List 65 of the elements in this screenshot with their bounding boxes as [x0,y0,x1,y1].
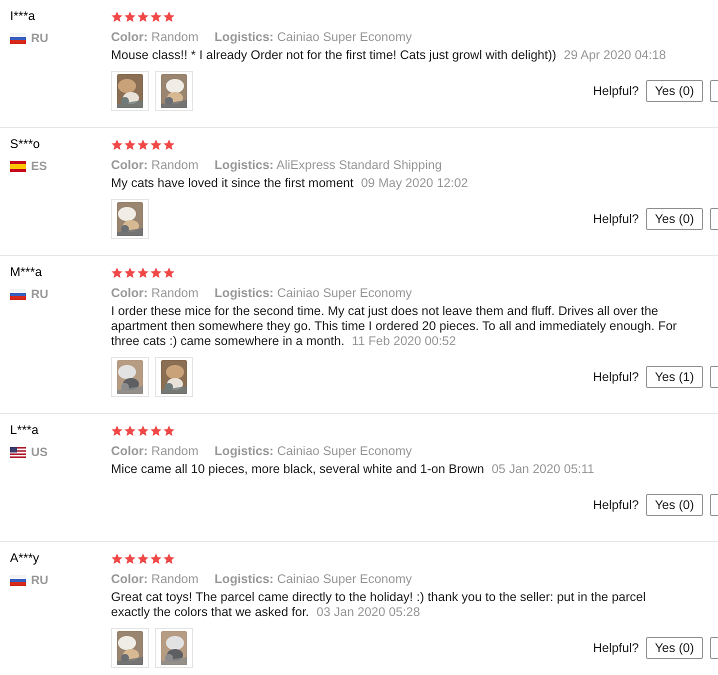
star-icon [111,553,123,565]
star-icon [163,425,175,437]
review-text: Mice came all 10 pieces, more black, several white and 1-on Brown 05 Jan 2020 05:11 [111,462,596,477]
flag-icon [10,160,26,172]
logistics-info: Logistics: Cainiao Super Economy [214,285,412,302]
user-name: L***a [10,422,40,438]
helpful-label: Helpful? [592,82,639,100]
star-icon [111,11,123,23]
user-name: M***a [10,264,43,280]
country-code: US [31,444,48,461]
review-text: My cats have loved it since the first moment 09 May 2020 12:02 [111,176,469,191]
star-icon [163,11,175,23]
logistics-info: Logistics: Cainiao Super Economy [214,571,412,588]
star-icon [137,11,149,23]
country-code: RU [31,286,48,303]
flag-icon [10,288,26,300]
yes-button[interactable]: Yes (0) [646,494,703,516]
user-name: S***o [10,136,41,152]
review-text: I order these mice for the second time. My cat just does not leave them and fluff. Drives all over the apartment then somewhere they go. This time I ordered 20 pieces. To all and immediately enough. For three cats :) came somewhere in a month. 11 Feb 2020 00:52 [111,304,678,349]
star-icon [150,11,162,23]
review-text: Great cat toys! The parcel came directly to the holiday! :) thank you to the seller: put in the parcel exactly the colors that we asked for. 03 Jan 2020 05:28 [111,590,647,620]
star-icon [163,139,175,151]
color-info: Color: Random [111,157,199,174]
logistics-info: Logistics: Cainiao Super Economy [214,29,412,46]
country-code: ES [31,158,48,175]
logistics-info: Logistics: Cainiao Super Economy [214,443,412,460]
star-icon [124,267,136,279]
star-icon [150,139,162,151]
helpful-label: Helpful? [592,496,639,514]
star-icon [163,267,175,279]
user-name: I***a [10,8,36,24]
yes-button[interactable]: Yes (0) [646,208,703,230]
star-icon [150,425,162,437]
color-info: Color: Random [111,285,199,302]
flag-icon [10,446,26,458]
star-icon [124,553,136,565]
country-code: RU [31,30,48,47]
helpful-label: Helpful? [592,210,639,228]
helpful-label: Helpful? [592,368,639,386]
star-icon [137,139,149,151]
star-icon [163,553,175,565]
star-icon [137,425,149,437]
user-name: A***y [10,550,40,566]
star-icon [150,553,162,565]
color-info: Color: Random [111,29,199,46]
star-icon [137,267,149,279]
star-icon [137,553,149,565]
color-info: Color: Random [111,443,199,460]
star-icon [124,11,136,23]
helpful-label: Helpful? [592,640,639,657]
yes-button[interactable]: Yes (0) [646,637,703,659]
flag-icon [10,32,26,44]
star-icon [111,425,123,437]
color-info: Color: Random [111,571,199,588]
logistics-info: Logistics: AliExpress Standard Shipping [214,157,442,174]
star-icon [124,425,136,437]
star-icon [111,139,123,151]
flag-icon [10,574,26,586]
star-icon [111,267,123,279]
review-text: Mouse class!! * I already Order not for the first time! Cats just growl with delight)) 29 Apr 2020 04:18 [111,48,667,63]
star-icon [150,267,162,279]
yes-button[interactable]: Yes (1) [646,366,703,388]
yes-button[interactable]: Yes (0) [646,80,703,102]
country-code: RU [31,572,48,589]
star-icon [124,139,136,151]
